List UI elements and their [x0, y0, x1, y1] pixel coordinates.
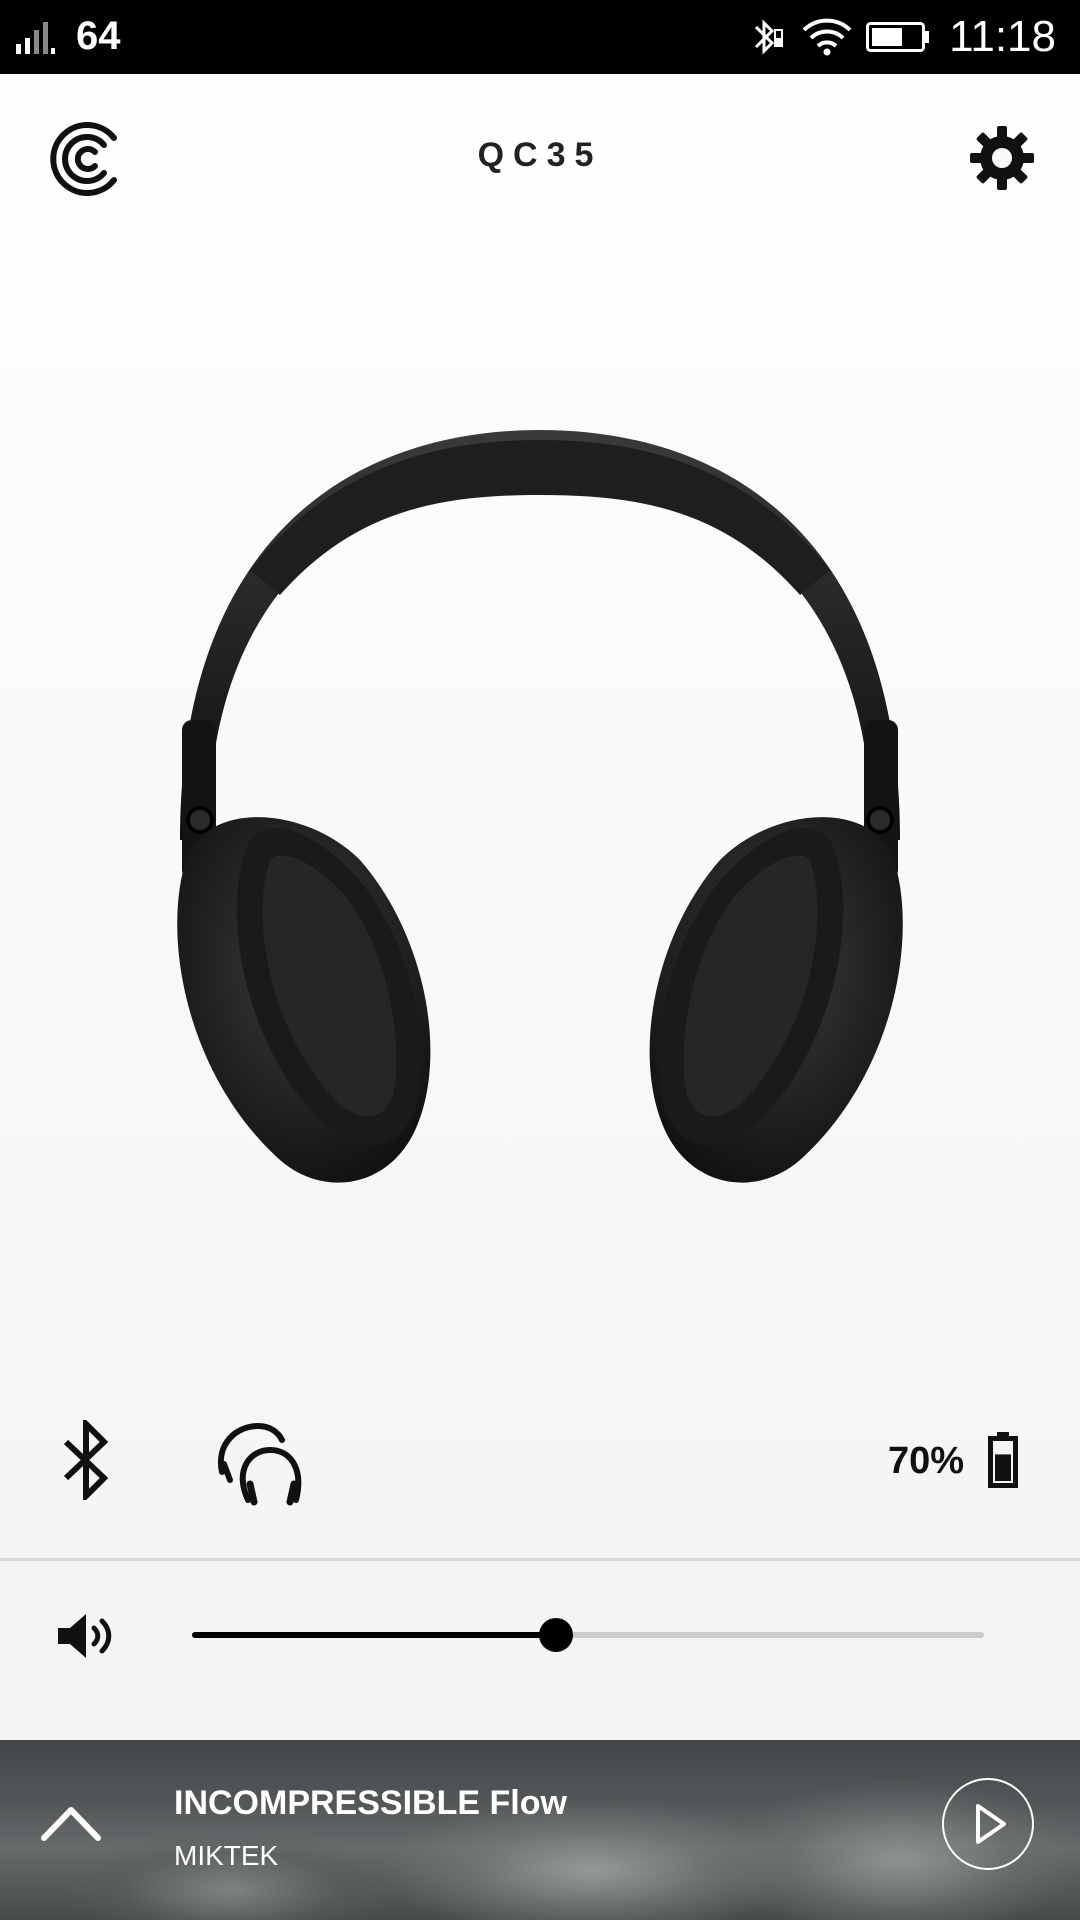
- play-icon: [976, 1804, 1006, 1844]
- device-title: QC35: [477, 136, 603, 174]
- divider: [0, 1558, 1080, 1561]
- chevron-up-icon[interactable]: [40, 1800, 102, 1844]
- battery-percentage: 70%: [887, 1440, 964, 1482]
- network-label: 64: [76, 14, 121, 58]
- wifi-icon: [802, 18, 852, 56]
- now-playing-bar[interactable]: INCOMPRESSIBLE Flow MIKTEK: [0, 1740, 1080, 1920]
- clock: 11:18: [949, 12, 1056, 61]
- volume-slider-thumb[interactable]: [539, 1618, 574, 1652]
- track-title: INCOMPRESSIBLE Flow: [174, 1784, 567, 1822]
- gear-icon[interactable]: [970, 126, 1034, 190]
- battery-icon: [866, 22, 929, 52]
- signal-icon: [16, 22, 55, 54]
- track-artist: MIKTEK: [174, 1840, 279, 1871]
- play-button[interactable]: [942, 1778, 1034, 1870]
- volume-slider-fill: [192, 1632, 557, 1638]
- bluetooth-icon: [754, 19, 783, 55]
- headphone-battery-icon: [988, 1432, 1018, 1488]
- bluetooth-icon: [63, 1420, 109, 1500]
- noise-cancelling-icon[interactable]: [214, 1420, 304, 1506]
- speaker-icon[interactable]: [56, 1612, 118, 1660]
- status-bar: 64 11:18: [0, 0, 1080, 74]
- album-art-overlay: [0, 1740, 1080, 1920]
- volume-slider[interactable]: [192, 1618, 984, 1652]
- headphones-image: [177, 430, 903, 1183]
